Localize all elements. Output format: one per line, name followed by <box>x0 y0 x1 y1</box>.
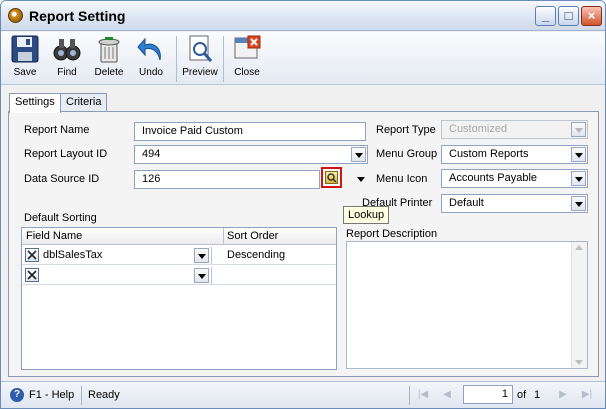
delete-row-icon[interactable] <box>25 248 39 262</box>
scroll-up-icon[interactable] <box>575 245 583 250</box>
column-divider <box>223 228 224 245</box>
preview-button[interactable]: Preview <box>180 34 220 84</box>
delete-label: Delete <box>94 67 124 78</box>
data-source-input[interactable]: 126 <box>134 170 320 189</box>
save-button[interactable]: Save <box>5 34 45 84</box>
report-type-label: Report Type <box>376 124 436 136</box>
close-label: Close <box>234 67 260 78</box>
status-separator <box>81 386 82 405</box>
chevron-down-icon[interactable] <box>351 147 366 162</box>
table-row[interactable]: dblSalesTax Descending <box>22 246 336 265</box>
lookup-button[interactable] <box>321 167 342 188</box>
report-type-select: Customized <box>441 120 588 139</box>
save-icon <box>11 35 39 63</box>
chevron-down-icon <box>571 122 586 137</box>
report-setting-window: Report Setting _ □ × Save Find Delete Un… <box>0 0 606 409</box>
toolbar: Save Find Delete Undo Preview Close <box>1 32 605 85</box>
chevron-down-icon[interactable] <box>571 171 586 186</box>
status-text: Ready <box>88 389 120 401</box>
table-row[interactable] <box>22 266 336 285</box>
title-bar[interactable]: Report Setting _ □ × <box>1 1 605 31</box>
app-icon <box>8 8 23 23</box>
maximize-button[interactable]: □ <box>558 6 579 26</box>
delete-button[interactable]: Delete <box>89 34 129 84</box>
column-header-sort-order[interactable]: Sort Order <box>227 228 278 244</box>
menu-group-value: Custom Reports <box>449 148 529 160</box>
page-total: 1 <box>534 389 541 401</box>
status-separator <box>409 386 410 405</box>
vertical-scrollbar[interactable] <box>571 242 587 368</box>
close-icon <box>234 35 261 59</box>
sort-order-value[interactable]: Descending <box>227 247 285 263</box>
report-type-value: Customized <box>449 123 508 135</box>
field-name-select[interactable] <box>41 267 212 284</box>
close-window-button[interactable]: × <box>581 6 602 26</box>
report-layout-value: 494 <box>142 148 161 160</box>
undo-label: Undo <box>139 67 163 78</box>
binoculars-icon <box>53 39 81 61</box>
help-icon[interactable]: ? <box>10 388 24 402</box>
first-page-icon[interactable]: |◀ <box>417 389 429 401</box>
lookup-tooltip: Lookup <box>343 206 390 224</box>
menu-icon-select[interactable]: Accounts Payable <box>441 169 588 188</box>
field-name-select[interactable]: dblSalesTax <box>41 247 212 264</box>
page-of-label: of <box>517 389 527 401</box>
menu-group-label: Menu Group <box>376 148 438 160</box>
grid-header: Field Name Sort Order <box>22 228 336 245</box>
status-bar: ? F1 - Help Ready |◀ ◀ 1 of 1 ▶ ▶| <box>1 381 605 408</box>
page-number-input[interactable]: 1 <box>463 385 513 404</box>
default-printer-select[interactable]: Default <box>441 194 588 213</box>
preview-label: Preview <box>182 67 218 78</box>
find-label: Find <box>57 67 77 78</box>
undo-icon <box>137 37 161 61</box>
chevron-down-icon[interactable] <box>194 248 209 263</box>
default-sorting-label: Default Sorting <box>24 212 97 224</box>
delete-row-icon[interactable] <box>25 268 39 282</box>
chevron-down-icon[interactable] <box>571 196 586 211</box>
save-label: Save <box>13 67 37 78</box>
find-button[interactable]: Find <box>47 34 87 84</box>
report-layout-select[interactable]: 494 <box>134 145 368 164</box>
toolbar-separator <box>223 36 224 82</box>
help-text[interactable]: F1 - Help <box>29 389 74 401</box>
menu-icon-value: Accounts Payable <box>449 172 538 184</box>
field-name-value: dblSalesTax <box>43 249 103 261</box>
report-description-label: Report Description <box>346 228 438 240</box>
column-header-field-name[interactable]: Field Name <box>26 228 82 244</box>
report-name-input[interactable]: Invoice Paid Custom <box>134 122 366 141</box>
tab-settings[interactable]: Settings <box>9 93 61 113</box>
sorting-grid: Field Name Sort Order dblSalesTax Descen… <box>21 227 337 370</box>
default-printer-value: Default <box>449 197 484 209</box>
preview-icon <box>189 35 213 62</box>
last-page-icon[interactable]: ▶| <box>581 389 593 401</box>
chevron-down-icon[interactable] <box>194 268 209 283</box>
report-layout-label: Report Layout ID <box>24 148 108 160</box>
undo-button[interactable]: Undo <box>131 34 171 84</box>
report-name-label: Report Name <box>24 124 90 136</box>
tab-criteria[interactable]: Criteria <box>60 93 107 112</box>
chevron-down-icon[interactable] <box>571 147 586 162</box>
minimize-button[interactable]: _ <box>535 6 556 26</box>
next-page-icon[interactable]: ▶ <box>557 389 569 401</box>
data-source-dropdown-icon[interactable] <box>355 170 367 189</box>
scroll-down-icon[interactable] <box>575 360 583 365</box>
menu-icon-label: Menu Icon <box>376 173 428 185</box>
trash-icon <box>98 37 120 63</box>
close-button[interactable]: Close <box>227 34 267 84</box>
menu-group-select[interactable]: Custom Reports <box>441 145 588 164</box>
previous-page-icon[interactable]: ◀ <box>441 389 453 401</box>
window-title: Report Setting <box>29 8 126 24</box>
report-description-textarea[interactable] <box>346 241 588 369</box>
magnifier-icon <box>325 171 338 184</box>
data-source-label: Data Source ID <box>24 173 100 185</box>
toolbar-separator <box>176 36 177 82</box>
